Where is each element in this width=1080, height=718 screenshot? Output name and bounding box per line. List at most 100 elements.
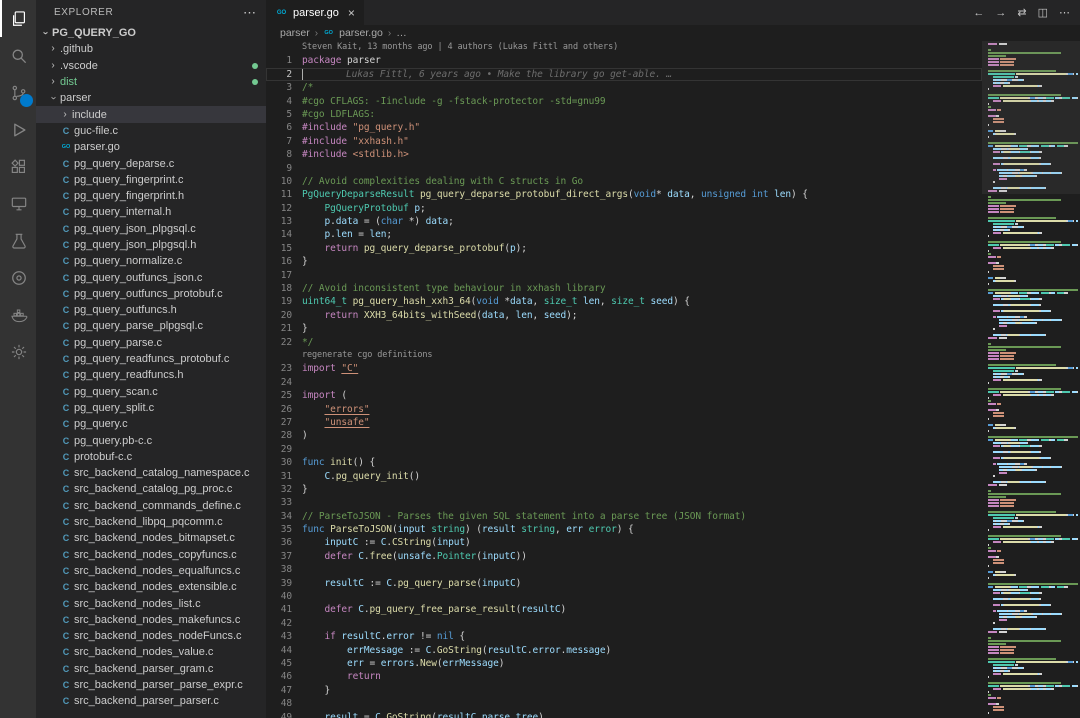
- code-line-43[interactable]: 43 if resultC.error != nil {: [266, 630, 982, 643]
- tree-item-src-backend-commands-define-c[interactable]: Csrc_backend_commands_define.c: [36, 498, 266, 514]
- line-number[interactable]: 42: [266, 617, 302, 630]
- tree-item--github[interactable]: ›.github: [36, 41, 266, 57]
- code-line-47[interactable]: 47 }: [266, 684, 982, 697]
- code-line-3[interactable]: 3/*: [266, 81, 982, 94]
- code-line-29[interactable]: 29: [266, 443, 982, 456]
- line-number[interactable]: 34: [266, 510, 302, 523]
- tree-item-pg-query-json-plpgsql-c[interactable]: Cpg_query_json_plpgsql.c: [36, 221, 266, 237]
- code-line-10[interactable]: 10// Avoid complexities dealing with C s…: [266, 175, 982, 188]
- line-number[interactable]: 33: [266, 496, 302, 509]
- line-number[interactable]: 41: [266, 603, 302, 616]
- line-number[interactable]: 14: [266, 228, 302, 241]
- code-line-24[interactable]: 24: [266, 376, 982, 389]
- tree-item-pg-query-pb-c-c[interactable]: Cpg_query.pb-c.c: [36, 432, 266, 448]
- tree-item-src-backend-nodes-bitmapset-c[interactable]: Csrc_backend_nodes_bitmapset.c: [36, 530, 266, 546]
- line-number[interactable]: 16: [266, 255, 302, 268]
- line-number[interactable]: 3: [266, 81, 302, 94]
- code-line-48[interactable]: 48: [266, 697, 982, 710]
- line-number[interactable]: 45: [266, 657, 302, 670]
- code-line-46[interactable]: 46 return: [266, 670, 982, 683]
- code-line-28[interactable]: 28): [266, 429, 982, 442]
- line-number[interactable]: 13: [266, 215, 302, 228]
- activitybar-explorer[interactable]: [0, 0, 36, 37]
- code-line-20[interactable]: 20 return XXH3_64bits_withSeed(data, len…: [266, 309, 982, 322]
- line-number[interactable]: 49: [266, 711, 302, 718]
- code-line-41[interactable]: 41 defer C.pg_query_free_parse_result(re…: [266, 603, 982, 616]
- line-number[interactable]: 7: [266, 135, 302, 148]
- line-number[interactable]: 23: [266, 362, 302, 375]
- line-number[interactable]: 27: [266, 416, 302, 429]
- line-number[interactable]: 40: [266, 590, 302, 603]
- tree-item-src-backend-libpq-pqcomm-c[interactable]: Csrc_backend_libpq_pqcomm.c: [36, 514, 266, 530]
- breadcrumb-folder[interactable]: parser: [280, 27, 310, 39]
- tree-item-src-backend-nodes-list-c[interactable]: Csrc_backend_nodes_list.c: [36, 595, 266, 611]
- code-line-5[interactable]: 5#cgo LDFLAGS:: [266, 108, 982, 121]
- tree-item-guc-file-c[interactable]: Cguc-file.c: [36, 123, 266, 139]
- tab-parser-go[interactable]: GO parser.go ×: [266, 0, 364, 25]
- tree-item-src-backend-nodes-nodefuncs-c[interactable]: Csrc_backend_nodes_nodeFuncs.c: [36, 628, 266, 644]
- tree-item-pg-query-fingerprint-c[interactable]: Cpg_query_fingerprint.c: [36, 172, 266, 188]
- line-number[interactable]: 32: [266, 483, 302, 496]
- line-number[interactable]: 11: [266, 188, 302, 201]
- code-line-17[interactable]: 17: [266, 269, 982, 282]
- tree-item-include[interactable]: ›include: [36, 106, 266, 122]
- code-line-19[interactable]: 19uint64_t pg_query_hash_xxh3_64(void *d…: [266, 295, 982, 308]
- code-line-44[interactable]: 44 errMessage := C.GoString(resultC.erro…: [266, 644, 982, 657]
- code-lens[interactable]: regenerate cgo definitions: [266, 349, 982, 362]
- tree-item-src-backend-nodes-copyfuncs-c[interactable]: Csrc_backend_nodes_copyfuncs.c: [36, 547, 266, 563]
- line-number[interactable]: 39: [266, 577, 302, 590]
- line-number[interactable]: 24: [266, 376, 302, 389]
- line-number[interactable]: 28: [266, 429, 302, 442]
- code-line-22[interactable]: 22*/: [266, 336, 982, 349]
- tree-item-src-backend-parser-parser-c[interactable]: Csrc_backend_parser_parser.c: [36, 693, 266, 709]
- code-line-2[interactable]: 2Lukas Fittl, 6 years ago • Make the lib…: [266, 68, 982, 81]
- tree-item-src-backend-nodes-value-c[interactable]: Csrc_backend_nodes_value.c: [36, 644, 266, 660]
- line-number[interactable]: 48: [266, 697, 302, 710]
- code-line-42[interactable]: 42: [266, 617, 982, 630]
- open-changes-icon[interactable]: ⇄: [1017, 6, 1026, 19]
- tree-item-dist[interactable]: ›dist: [36, 74, 266, 90]
- close-icon[interactable]: ×: [348, 6, 355, 20]
- more-actions-icon[interactable]: ⋯: [1059, 6, 1070, 19]
- code-line-32[interactable]: 32}: [266, 483, 982, 496]
- line-number[interactable]: 31: [266, 470, 302, 483]
- code-line-31[interactable]: 31 C.pg_query_init(): [266, 470, 982, 483]
- code-line-15[interactable]: 15 return pg_query_deparse_protobuf(p);: [266, 242, 982, 255]
- code-line-34[interactable]: 34// ParseToJSON - Parses the given SQL …: [266, 510, 982, 523]
- code-line-13[interactable]: 13 p.data = (char *) data;: [266, 215, 982, 228]
- tree-item-src-backend-catalog-pg-proc-c[interactable]: Csrc_backend_catalog_pg_proc.c: [36, 481, 266, 497]
- line-number[interactable]: 19: [266, 295, 302, 308]
- code-line-27[interactable]: 27 "unsafe": [266, 416, 982, 429]
- line-number[interactable]: 5: [266, 108, 302, 121]
- code-line-26[interactable]: 26 "errors": [266, 403, 982, 416]
- line-number[interactable]: 47: [266, 684, 302, 697]
- code-line-23[interactable]: 23import "C": [266, 362, 982, 375]
- tree-item-parser[interactable]: ›parser: [36, 90, 266, 106]
- line-number[interactable]: 29: [266, 443, 302, 456]
- code-line-9[interactable]: 9: [266, 162, 982, 175]
- code-line-6[interactable]: 6#include "pg_query.h": [266, 121, 982, 134]
- line-number[interactable]: 30: [266, 456, 302, 469]
- line-number[interactable]: 37: [266, 550, 302, 563]
- line-number[interactable]: 26: [266, 403, 302, 416]
- tree-item--vscode[interactable]: ›.vscode: [36, 58, 266, 74]
- code-line-1[interactable]: 1package parser: [266, 54, 982, 67]
- line-number[interactable]: 25: [266, 389, 302, 402]
- line-number[interactable]: 38: [266, 563, 302, 576]
- line-number[interactable]: 36: [266, 536, 302, 549]
- tree-item-pg-query-readfuncs-protobuf-c[interactable]: Cpg_query_readfuncs_protobuf.c: [36, 351, 266, 367]
- split-editor-icon[interactable]: ◫: [1038, 6, 1048, 19]
- code-line-39[interactable]: 39 resultC := C.pg_query_parse(inputC): [266, 577, 982, 590]
- code-line-37[interactable]: 37 defer C.free(unsafe.Pointer(inputC)): [266, 550, 982, 563]
- tree-item-pg-query-outfuncs-h[interactable]: Cpg_query_outfuncs.h: [36, 302, 266, 318]
- tree-item-pg-query-internal-h[interactable]: Cpg_query_internal.h: [36, 204, 266, 220]
- tree-item-pg-query-json-plpgsql-h[interactable]: Cpg_query_json_plpgsql.h: [36, 237, 266, 253]
- tree-item-pg-query-parse-c[interactable]: Cpg_query_parse.c: [36, 335, 266, 351]
- activitybar-gitlens[interactable]: [0, 259, 36, 296]
- code-line-16[interactable]: 16}: [266, 255, 982, 268]
- line-number[interactable]: 20: [266, 309, 302, 322]
- tree-item-pg-query-outfuncs-protobuf-c[interactable]: Cpg_query_outfuncs_protobuf.c: [36, 286, 266, 302]
- tree-item-pg-query-outfuncs-json-c[interactable]: Cpg_query_outfuncs_json.c: [36, 269, 266, 285]
- tree-item-pg-query-c[interactable]: Cpg_query.c: [36, 416, 266, 432]
- code-line-21[interactable]: 21}: [266, 322, 982, 335]
